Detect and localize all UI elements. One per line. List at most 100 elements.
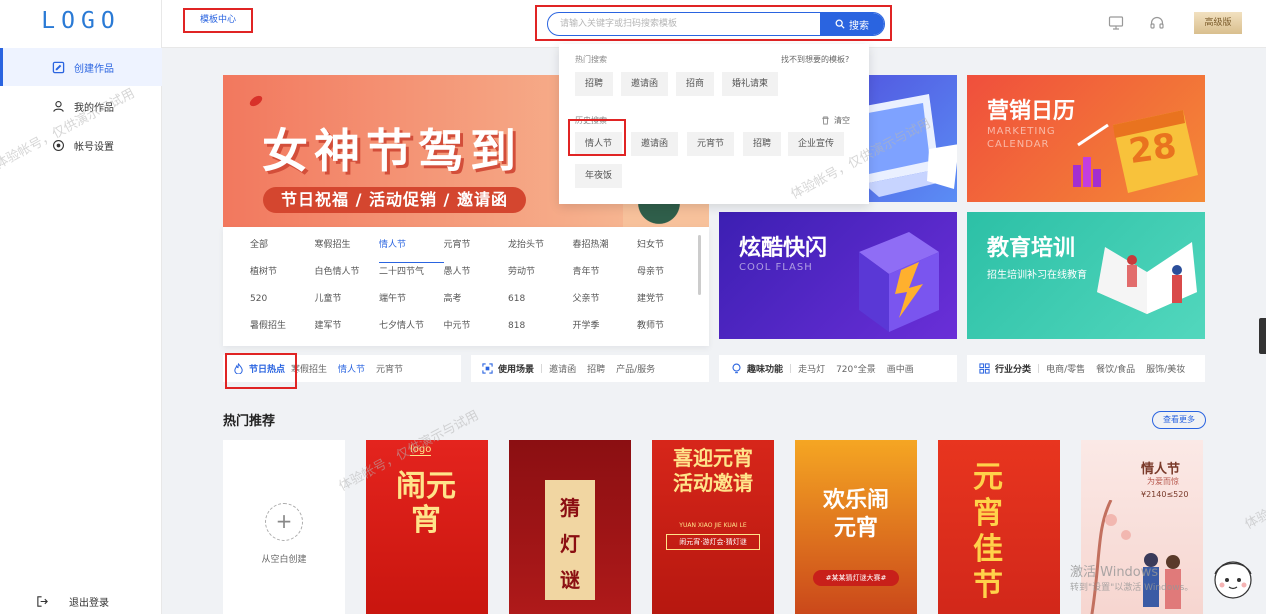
- cool-flash-tile[interactable]: 炫酷快闪 COOL FLASH: [719, 212, 957, 339]
- category-item[interactable]: 服饰/美妆: [1146, 362, 1185, 375]
- monitor-icon[interactable]: [1108, 15, 1124, 31]
- sidebar-item-settings[interactable]: 帐号设置: [0, 126, 162, 164]
- template-center-link[interactable]: 模板中心: [183, 8, 253, 33]
- hot-tag[interactable]: 招聘: [575, 72, 614, 96]
- festival-item[interactable]: 中元节: [444, 317, 509, 344]
- festival-item[interactable]: 劳动节: [508, 263, 573, 290]
- sidebar-item-label: 帐号设置: [74, 141, 114, 153]
- category-item[interactable]: 电商/零售: [1046, 362, 1085, 375]
- festival-item[interactable]: 端午节: [379, 290, 444, 317]
- education-tile[interactable]: 教育培训 招生培训补习在线教育: [967, 212, 1205, 339]
- logout-button[interactable]: 退出登录: [0, 582, 162, 614]
- festival-item[interactable]: 818: [508, 317, 573, 344]
- festival-item[interactable]: 春招热潮: [573, 236, 638, 263]
- pro-badge[interactable]: 高级版: [1194, 12, 1242, 34]
- search-input[interactable]: [548, 13, 818, 35]
- banner-title: 女神节驾到: [262, 124, 522, 178]
- sidebar-item-create[interactable]: 创建作品: [0, 48, 162, 86]
- festival-item[interactable]: 妇女节: [637, 236, 702, 263]
- festival-item[interactable]: 七夕情人节: [379, 317, 444, 344]
- calendar-date: 28: [1126, 125, 1179, 173]
- side-panel-handle[interactable]: [1259, 318, 1266, 354]
- festival-item[interactable]: 建军节: [315, 317, 380, 344]
- history-tag[interactable]: 年夜饭: [575, 164, 623, 188]
- sidebar-item-works[interactable]: 我的作品: [0, 87, 162, 125]
- festival-item[interactable]: 教师节: [637, 317, 702, 344]
- template-card[interactable]: 元宵佳节: [938, 440, 1060, 614]
- template-card[interactable]: 喜迎元宵 活动邀请 YUAN XIAO JIE KUAI LE 闹元宵·游灯会·…: [652, 440, 774, 614]
- history-tag[interactable]: 招聘: [743, 132, 782, 156]
- template-card[interactable]: logo 闹元宵: [366, 440, 488, 614]
- create-blank-label: 从空白创建: [261, 555, 307, 565]
- history-tag[interactable]: 邀请函: [631, 132, 679, 156]
- festival-item[interactable]: 开学季: [573, 317, 638, 344]
- festival-item[interactable]: 植树节: [250, 263, 315, 290]
- tile-en-text: COOL FLASH: [739, 262, 813, 273]
- festival-item-selected[interactable]: 情人节: [379, 236, 444, 263]
- festival-item[interactable]: 父亲节: [573, 290, 638, 317]
- template-card[interactable]: 欢乐闹元宵 #某某猜灯谜大赛#: [795, 440, 917, 614]
- search-highlight-box: 搜索: [535, 5, 892, 41]
- search-bar: 搜索: [547, 12, 885, 36]
- logo[interactable]: LOGO: [0, 8, 162, 34]
- poster-title: 闹元宵: [396, 469, 456, 538]
- festival-item[interactable]: 520: [250, 290, 315, 317]
- category-item-selected[interactable]: 情人节: [338, 362, 365, 375]
- festival-item[interactable]: 二十四节气: [379, 263, 444, 290]
- poster-title: 欢乐闹元宵: [822, 487, 889, 541]
- search-icon: [835, 19, 845, 29]
- create-blank-card[interactable]: + 从空白创建: [223, 440, 345, 614]
- category-item[interactable]: 邀请函: [549, 362, 576, 375]
- trash-icon: [822, 116, 829, 125]
- category-item[interactable]: 720°全景: [836, 362, 876, 375]
- clear-history-button[interactable]: 清空: [821, 115, 850, 126]
- festival-item[interactable]: 白色情人节: [315, 263, 380, 290]
- category-lead[interactable]: 趣味功能: [731, 362, 783, 375]
- festival-item[interactable]: 暑假招生: [250, 317, 315, 344]
- category-bar-industry: 行业分类 | 电商/零售 餐饮/食品 服饰/美妆: [967, 355, 1205, 382]
- category-lead[interactable]: 使用场景: [482, 362, 534, 375]
- category-item[interactable]: 画中画: [887, 362, 914, 375]
- festival-item[interactable]: 青年节: [573, 263, 638, 290]
- festival-item[interactable]: 建党节: [637, 290, 702, 317]
- festival-scrollbar[interactable]: [698, 235, 701, 295]
- festival-item[interactable]: 高考: [444, 290, 509, 317]
- festival-item[interactable]: 618: [508, 290, 573, 317]
- scan-icon: [482, 363, 493, 374]
- hot-tag[interactable]: 招商: [676, 72, 715, 96]
- festival-item[interactable]: 龙抬头节: [508, 236, 573, 263]
- hot-tag[interactable]: 婚礼请柬: [722, 72, 779, 96]
- edit-icon: [52, 61, 65, 73]
- festival-item[interactable]: 全部: [250, 236, 315, 263]
- tile-title: 营销日历: [987, 99, 1076, 124]
- category-item[interactable]: 走马灯: [798, 362, 825, 375]
- festival-item[interactable]: 元宵节: [444, 236, 509, 263]
- tile-subtitle: 招生培训补习在线教育: [987, 270, 1087, 281]
- festival-item[interactable]: 愚人节: [444, 263, 509, 290]
- hot-tag[interactable]: 邀请函: [621, 72, 669, 96]
- category-item[interactable]: 产品/服务: [616, 362, 655, 375]
- logout-icon: [37, 595, 48, 607]
- template-card[interactable]: 猜灯谜: [509, 440, 631, 614]
- bulb-icon: [732, 363, 741, 374]
- festival-item[interactable]: 儿童节: [315, 290, 380, 317]
- poster-en: YUAN XIAO JIE KUAI LE: [679, 522, 747, 529]
- category-item[interactable]: 招聘: [587, 362, 605, 375]
- marketing-calendar-tile[interactable]: 营销日历 MARKETING CALENDAR 28: [967, 75, 1205, 202]
- category-item[interactable]: 元宵节: [376, 362, 403, 375]
- couple-illustration: [1090, 500, 1181, 614]
- see-more-button[interactable]: 查看更多: [1152, 411, 1206, 429]
- history-tag[interactable]: 元宵节: [687, 132, 735, 156]
- search-button[interactable]: 搜索: [820, 13, 884, 35]
- mascot-icon[interactable]: [1210, 556, 1256, 606]
- festival-item[interactable]: 母亲节: [637, 263, 702, 290]
- headset-icon[interactable]: [1149, 15, 1165, 31]
- category-lead[interactable]: 行业分类: [979, 362, 1031, 375]
- festival-grid: 全部 寒假招生 情人节 元宵节 龙抬头节 春招热潮 妇女节 植树节 白色情人节 …: [250, 236, 702, 344]
- poster-sub: 为爱而惊: [1147, 477, 1179, 486]
- not-found-link[interactable]: 找不到想要的模板?: [781, 54, 849, 65]
- category-item[interactable]: 餐饮/食品: [1096, 362, 1135, 375]
- history-tag[interactable]: 企业宣传: [788, 132, 845, 156]
- festival-item[interactable]: 寒假招生: [315, 236, 380, 263]
- tile-title: 教育培训: [987, 236, 1076, 261]
